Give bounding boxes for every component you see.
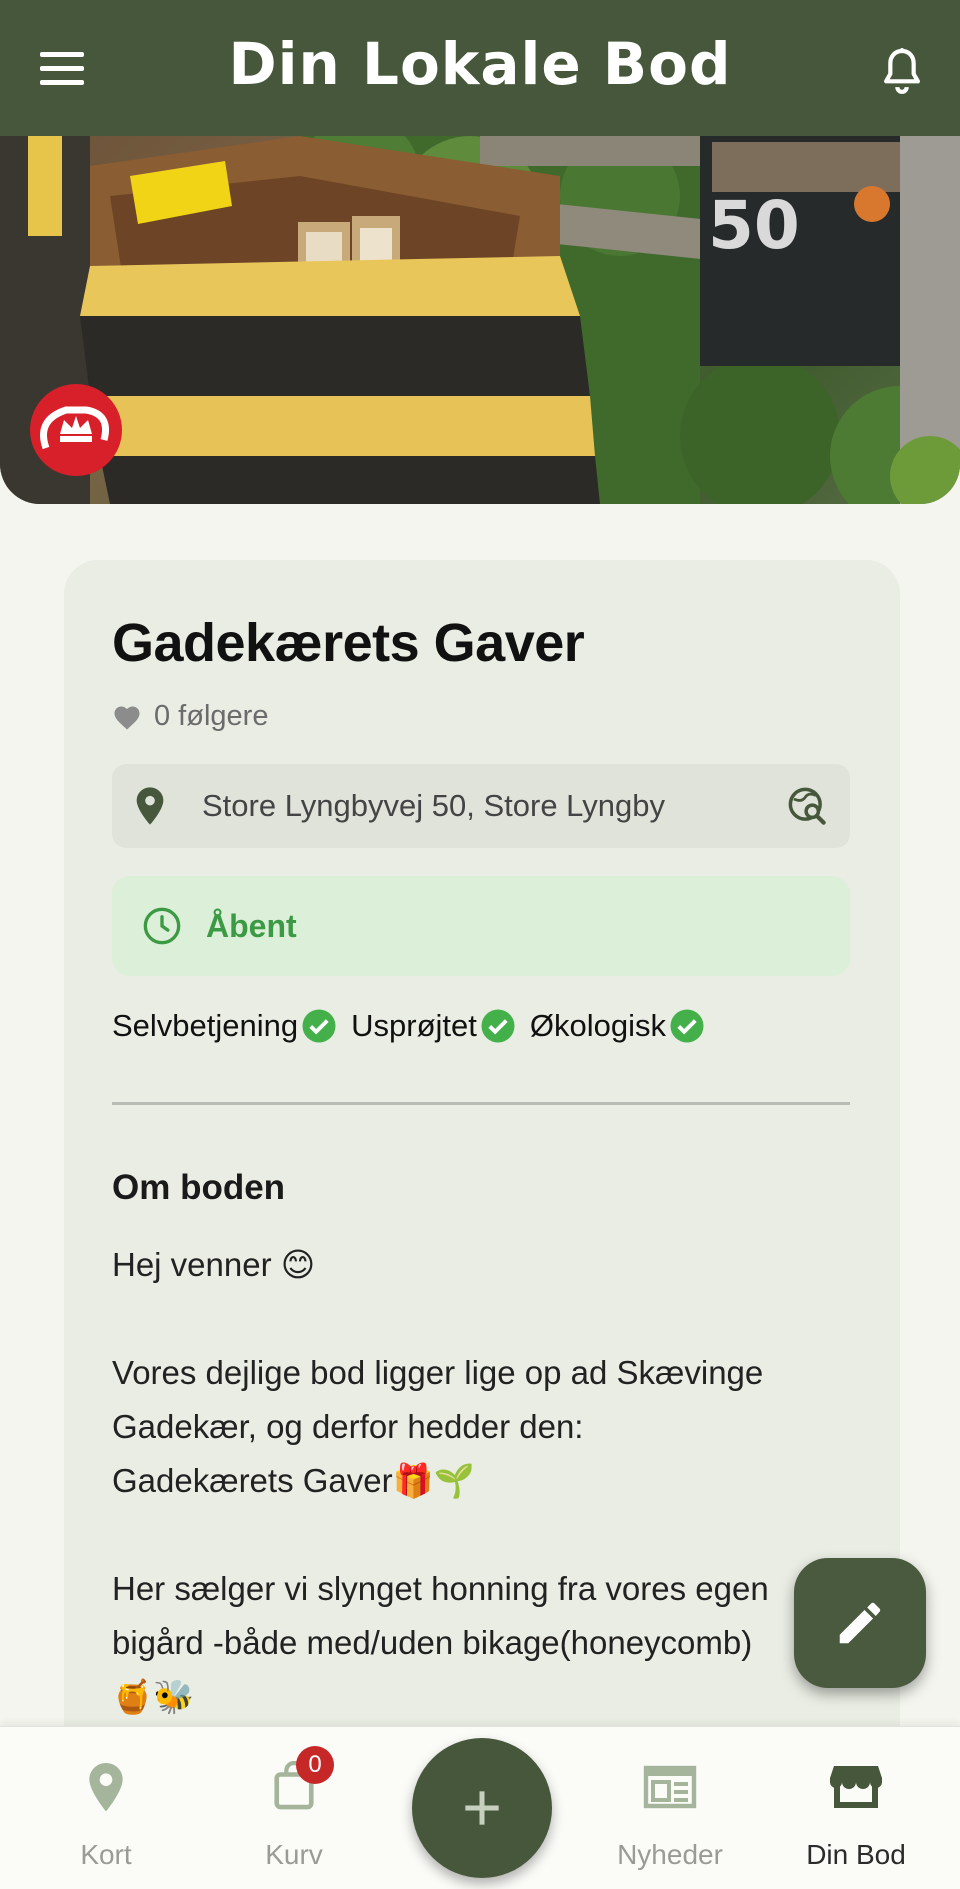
stand-photo-illustration: 50	[0, 136, 960, 504]
check-circle-icon	[670, 1009, 704, 1043]
map-search-icon[interactable]	[786, 785, 828, 827]
tag-label: Selvbetjening	[112, 1008, 299, 1043]
crown-logo-icon	[30, 384, 122, 476]
followers-count: 0 følgere	[154, 700, 269, 732]
address-field[interactable]: Store Lyngbyvej 50, Store Lyngby	[112, 764, 850, 848]
heart-icon[interactable]	[112, 703, 142, 731]
nav-item-kurv[interactable]: Kurv	[204, 1727, 384, 1889]
nav-label-nyheder: Nyheder	[617, 1839, 723, 1870]
plus-icon	[465, 1791, 499, 1825]
app-header: Din Lokale Bod	[0, 0, 960, 136]
check-circle-icon	[481, 1009, 515, 1043]
nav-item-kort[interactable]: Kort	[16, 1727, 196, 1889]
stand-name: Gadekærets Gaver	[112, 613, 585, 673]
storefront-icon	[830, 1766, 882, 1808]
tag-usprojtet: Usprøjtet	[351, 1008, 516, 1044]
divider	[112, 1102, 850, 1105]
about-description: Hej venner 😊 Vores dejlige bod ligger li…	[112, 1246, 769, 1715]
followers-row[interactable]: 0 følgere	[112, 700, 268, 733]
house-number-text: 50	[708, 187, 800, 264]
address-text: Store Lyngbyvej 50, Store Lyngby	[202, 788, 665, 823]
nav-label-din-bod: Din Bod	[806, 1839, 906, 1870]
stand-tags: Selvbetjening Usprøjtet Økologisk	[112, 1008, 719, 1044]
status-text: Åbent	[206, 907, 297, 944]
tag-label: Usprøjtet	[351, 1008, 477, 1043]
tag-okologisk: Økologisk	[530, 1008, 705, 1044]
tag-selvbetjening: Selvbetjening	[112, 1008, 337, 1044]
add-button[interactable]	[412, 1738, 552, 1878]
nav-item-din-bod[interactable]: Din Bod	[766, 1727, 946, 1889]
nav-label-kurv: Kurv	[265, 1839, 323, 1870]
nav-label-kort: Kort	[80, 1839, 132, 1870]
edit-button[interactable]	[794, 1558, 926, 1688]
pencil-icon	[839, 1602, 881, 1644]
about-title: Om boden	[112, 1168, 286, 1207]
app-title: Din Lokale Bod	[228, 30, 732, 98]
newspaper-icon	[643, 1765, 697, 1809]
stand-photo: 50	[0, 136, 960, 504]
clock-icon	[143, 907, 181, 945]
nav-item-nyheder[interactable]: Nyheder	[580, 1727, 760, 1889]
location-pin-icon	[89, 1763, 123, 1812]
check-circle-icon	[302, 1009, 336, 1043]
bell-icon[interactable]	[874, 44, 930, 100]
location-pin-icon	[136, 787, 164, 825]
opening-status: Åbent	[112, 876, 850, 976]
tag-label: Økologisk	[529, 1008, 666, 1043]
cart-count-badge: 0	[296, 1746, 334, 1784]
